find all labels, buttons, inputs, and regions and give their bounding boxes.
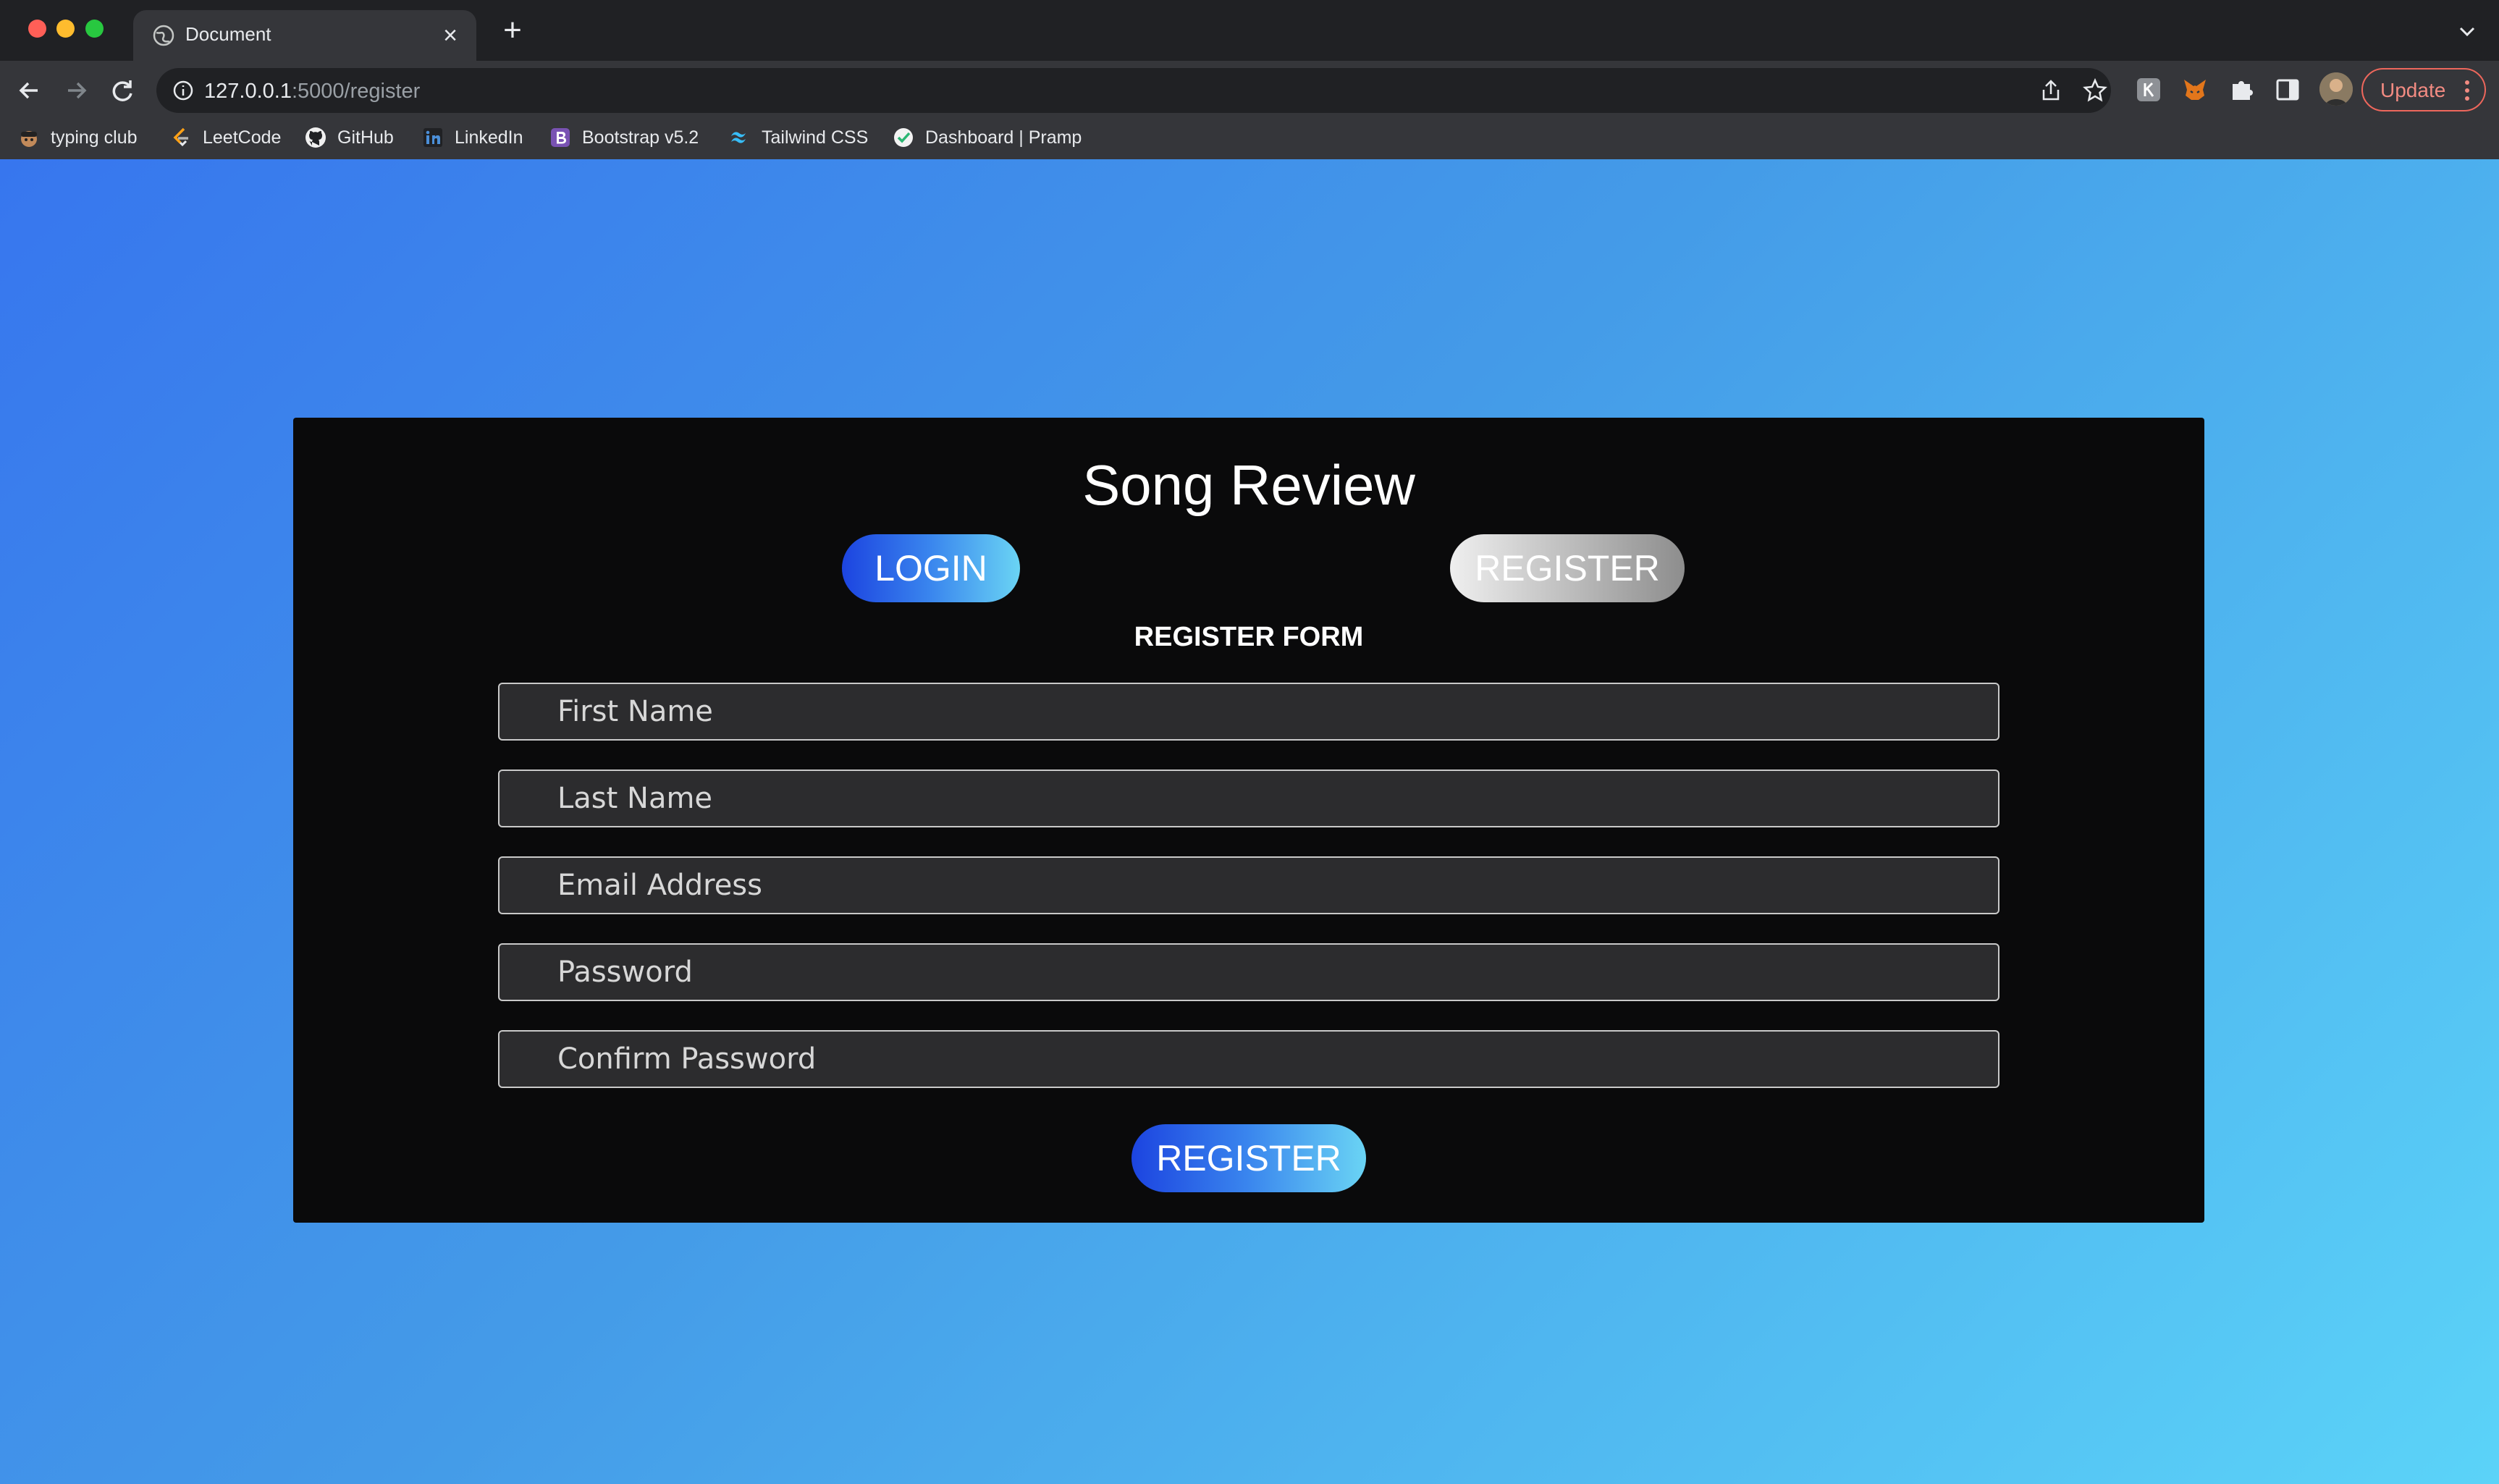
tailwind-icon <box>731 132 746 143</box>
password-input[interactable]: Password <box>498 943 1999 1001</box>
page-background: Song Review LOGIN REGISTER REGISTER FORM… <box>0 159 2499 1484</box>
close-tab-icon[interactable]: × <box>434 20 466 51</box>
avatar-icon <box>2319 72 2353 106</box>
form-title: REGISTER FORM <box>1134 622 1364 652</box>
bookmark-github[interactable]: GitHub <box>304 123 405 152</box>
minimize-window-button[interactable] <box>56 20 75 38</box>
bookmark-bootstrap[interactable]: Bootstrap v5.2 <box>549 123 708 152</box>
bookmark-typing-club[interactable]: typing club <box>17 123 148 152</box>
metamask-fox-icon[interactable] <box>2180 75 2209 104</box>
first-name-input[interactable]: First Name <box>498 683 1999 741</box>
register-tab-button[interactable]: REGISTER <box>1450 534 1685 602</box>
forward-arrow-icon[interactable] <box>58 72 94 109</box>
bookmark-star-icon[interactable] <box>2082 77 2108 104</box>
more-vertical-icon <box>2465 80 2469 101</box>
email-input[interactable]: Email Address <box>498 856 1999 914</box>
bookmark-pramp[interactable]: Dashboard | Pramp <box>892 123 1095 152</box>
share-icon[interactable] <box>2039 78 2063 103</box>
bootstrap-icon <box>551 128 570 147</box>
tab-title: Document <box>185 23 271 45</box>
bookmark-label: typing club <box>51 127 138 148</box>
tab-strip: Document × + <box>0 0 2499 61</box>
bookmark-label: LeetCode <box>203 127 282 148</box>
bookmark-label: Dashboard | Pramp <box>925 127 1082 148</box>
typing-club-icon <box>21 131 37 147</box>
bookmark-tailwind[interactable]: Tailwind CSS <box>728 123 877 152</box>
pramp-icon <box>894 128 913 147</box>
address-bar[interactable]: 127.0.0.1:5000/register <box>156 68 2111 113</box>
page-title: Song Review <box>1082 453 1415 517</box>
globe-icon <box>153 25 174 46</box>
browser-tab[interactable]: Document × <box>133 10 476 61</box>
bookmark-leetcode[interactable]: LeetCode <box>169 123 292 152</box>
browser-toolbar: 127.0.0.1:5000/register Update typing cl… <box>0 61 2499 169</box>
auth-card: Song Review LOGIN REGISTER REGISTER FORM… <box>293 418 2204 1223</box>
url-text: 127.0.0.1:5000/register <box>204 80 421 103</box>
bookmark-label: Tailwind CSS <box>762 127 869 148</box>
profile-avatar[interactable] <box>2319 72 2353 106</box>
close-window-button[interactable] <box>28 20 46 38</box>
extension-k-icon[interactable] <box>2134 75 2163 104</box>
info-icon[interactable] <box>172 80 194 101</box>
github-icon <box>305 127 326 148</box>
bookmark-label: Bootstrap v5.2 <box>582 127 699 148</box>
bookmarks-bar: typing club LeetCode GitHub LinkedIn Boo… <box>0 116 2499 156</box>
login-tab-button[interactable]: LOGIN <box>842 534 1020 602</box>
side-panel-icon[interactable] <box>2273 75 2302 104</box>
reload-icon[interactable] <box>104 72 140 109</box>
last-name-input[interactable]: Last Name <box>498 770 1999 827</box>
new-tab-button[interactable]: + <box>497 14 528 48</box>
chevron-down-icon[interactable] <box>2454 19 2480 45</box>
bookmark-label: LinkedIn <box>455 127 523 148</box>
update-label: Update <box>2380 79 2446 101</box>
confirm-password-input[interactable]: Confirm Password <box>498 1030 1999 1088</box>
maximize-window-button[interactable] <box>85 20 104 38</box>
extensions-puzzle-icon[interactable] <box>2227 75 2256 104</box>
bookmark-linkedin[interactable]: LinkedIn <box>421 123 537 152</box>
leetcode-icon <box>173 127 188 147</box>
register-submit-button[interactable]: REGISTER <box>1131 1124 1366 1192</box>
linkedin-icon <box>423 128 442 147</box>
update-button[interactable]: Update <box>2361 68 2486 111</box>
back-arrow-icon[interactable] <box>12 72 48 109</box>
bookmark-label: GitHub <box>337 127 394 148</box>
